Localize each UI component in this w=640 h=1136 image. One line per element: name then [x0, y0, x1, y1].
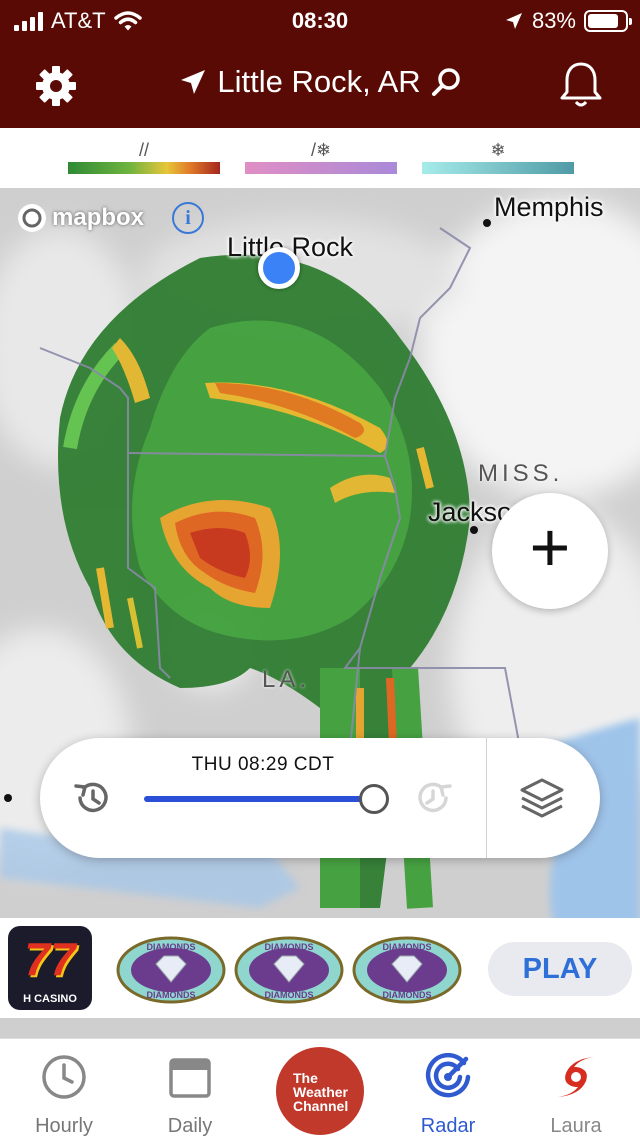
twc-logo[interactable]: The Weather Channel — [276, 1047, 364, 1135]
twc-label: The Weather Channel — [293, 1070, 349, 1114]
zoom-in-button[interactable]: + — [492, 493, 608, 609]
hurricane-icon — [558, 1057, 594, 1097]
city-dot-west — [4, 794, 12, 802]
tab-laura[interactable]: Laura — [512, 1051, 640, 1136]
mix-icon: /❄ — [310, 140, 332, 160]
location-arrow-icon — [181, 70, 206, 94]
status-right: 83% — [504, 8, 632, 34]
diamond-text-5: DIAMONDS — [383, 942, 432, 952]
diamond-text-1: DIAMONDS — [147, 942, 196, 952]
tab-daily-label: Daily — [167, 1115, 213, 1136]
city-dot-memphis — [483, 219, 491, 227]
radar-icon — [425, 1053, 471, 1098]
legend-snow: ❄ — [422, 138, 574, 174]
casino-app-icon[interactable]: 77 H CASINO — [8, 926, 92, 1010]
sevens-logo: 77 — [24, 933, 76, 985]
mapbox-label: mapbox — [52, 204, 145, 231]
state-label-la: LA. — [262, 666, 311, 693]
app-header: Little Rock, AR — [0, 40, 640, 128]
city-dot-jackson — [470, 526, 478, 534]
timeline-time: THU 08:29 CDT — [191, 754, 335, 775]
diamond-text-6: DIAMONDS — [383, 990, 432, 1000]
status-bar: AT&T 08:30 83% — [0, 0, 640, 40]
tab-laura-label: Laura — [550, 1115, 602, 1136]
rain-scale — [68, 162, 220, 174]
ad-banner[interactable]: 77 H CASINO DIAMONDS DIAMONDS DIAMONDS D… — [0, 918, 640, 1018]
play-button[interactable]: PLAY — [488, 942, 632, 996]
timeline-thumb[interactable] — [359, 784, 389, 814]
rewind-icon[interactable] — [72, 778, 112, 818]
location-name: Little Rock, AR — [217, 64, 421, 99]
diamond-badge-icon: DIAMONDS DIAMONDS — [352, 936, 462, 1004]
bell-icon[interactable] — [558, 60, 604, 110]
battery-percent: 83% — [531, 8, 576, 33]
tab-hourly[interactable]: Hourly — [0, 1051, 128, 1136]
tab-daily[interactable]: Daily — [126, 1051, 254, 1136]
snow-icon: ❄ — [490, 140, 506, 160]
legend-rain: // — [68, 138, 220, 174]
city-label-memphis: Memphis — [494, 192, 604, 222]
battery-icon — [584, 10, 632, 32]
tab-hourly-label: Hourly — [35, 1115, 93, 1136]
mix-scale — [245, 162, 397, 174]
tab-radar[interactable]: Radar — [384, 1051, 512, 1136]
timeline-divider — [486, 738, 487, 858]
radar-map[interactable]: mapbox i Memphis Little Rock MISS. Jacks… — [0, 188, 640, 1038]
rain-icon: // — [138, 140, 149, 160]
diamond-badge-icon: DIAMONDS DIAMONDS — [116, 936, 226, 1004]
layers-icon[interactable] — [518, 774, 566, 822]
tab-radar-label: Radar — [420, 1115, 476, 1136]
casino-brand: H CASINO — [23, 993, 77, 1005]
mapbox-logo-icon — [18, 204, 46, 232]
info-icon[interactable]: i — [172, 202, 204, 234]
tab-bar: Hourly Daily The Weather Channel Radar L… — [0, 1038, 640, 1136]
diamond-text-3: DIAMONDS — [265, 942, 314, 952]
diamond-text-2: DIAMONDS — [147, 990, 196, 1000]
location-selector[interactable]: Little Rock, AR — [0, 64, 640, 100]
forward-icon[interactable] — [414, 778, 454, 818]
location-services-icon — [505, 13, 522, 29]
precip-legend: // /❄ ❄ — [0, 128, 640, 188]
clock-icon — [42, 1055, 86, 1099]
timeline-track[interactable] — [144, 796, 374, 802]
diamond-badge-icon: DIAMONDS DIAMONDS — [234, 936, 344, 1004]
state-label-miss: MISS. — [478, 460, 564, 487]
mapbox-attribution[interactable]: mapbox — [16, 202, 144, 234]
snow-scale — [422, 162, 574, 174]
timeline-card: THU 08:29 CDT — [40, 738, 600, 858]
diamond-text-4: DIAMONDS — [265, 990, 314, 1000]
user-location-marker — [258, 247, 300, 289]
legend-mix: /❄ — [245, 138, 397, 174]
calendar-icon — [169, 1058, 211, 1098]
search-icon[interactable] — [431, 67, 461, 97]
radar-layer — [0, 188, 640, 1038]
app-root: AT&T 08:30 83% Little Rock, AR // /❄ ❄ m… — [0, 0, 640, 1136]
